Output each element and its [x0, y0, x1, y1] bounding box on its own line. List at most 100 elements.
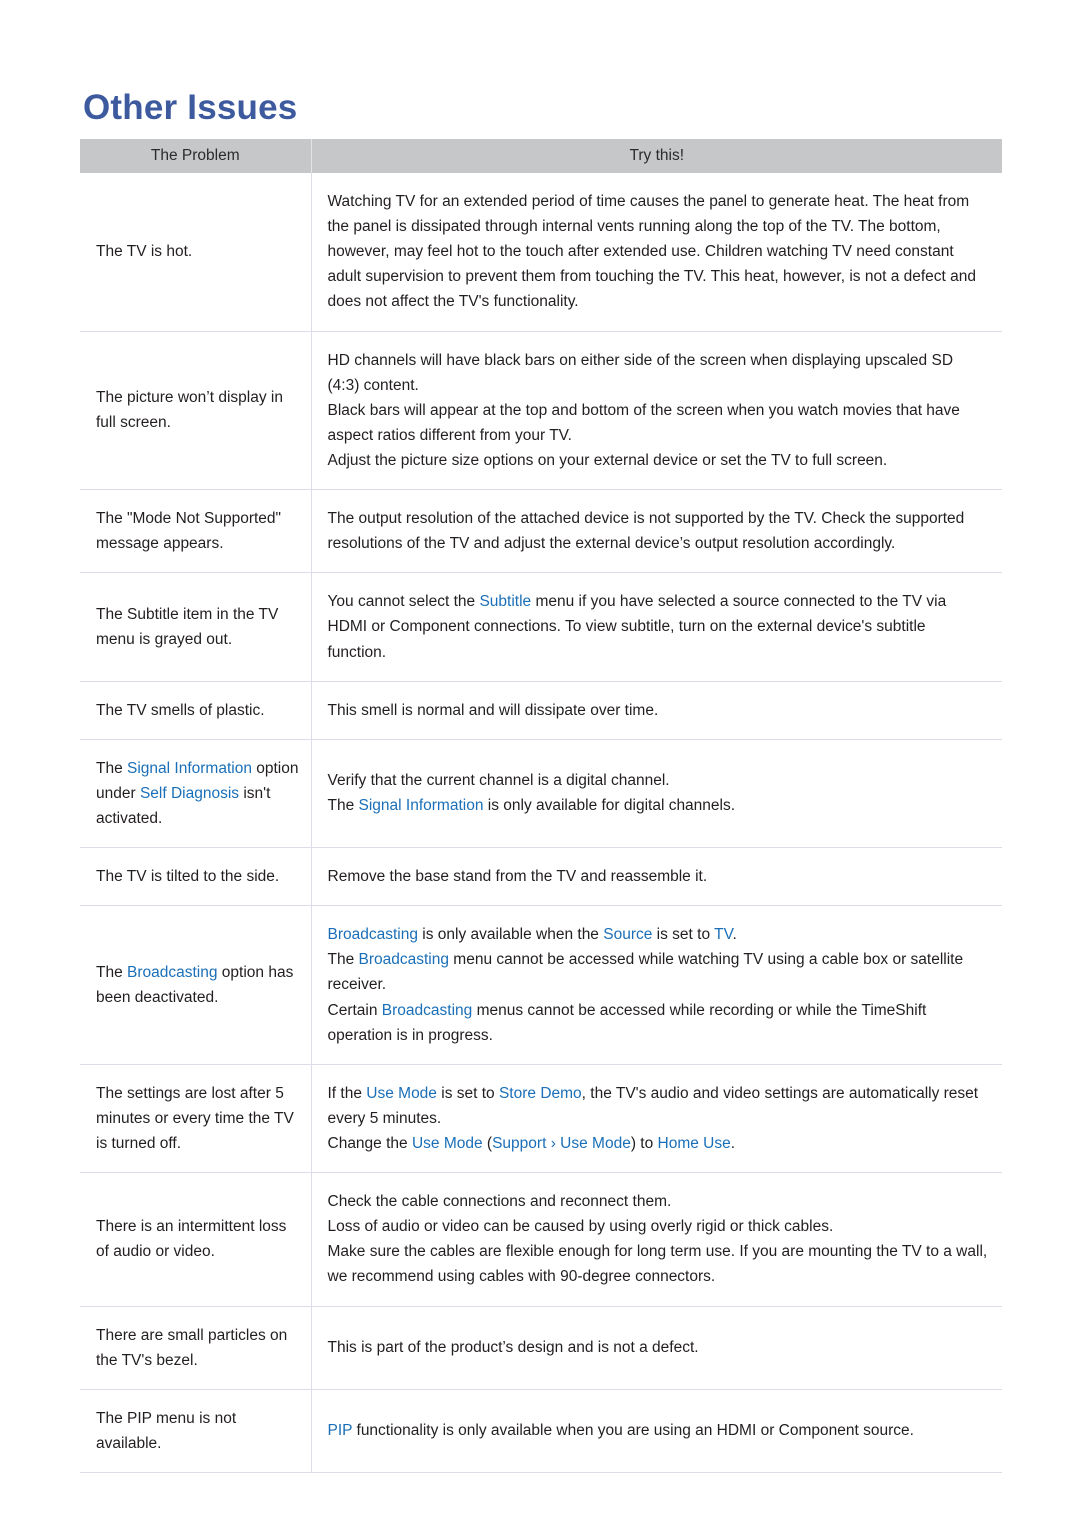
fix-cell: This is part of the product’s design and…	[311, 1306, 1002, 1390]
menu-term: Store Demo	[498, 1084, 582, 1102]
text-run: Remove the base stand from the TV and re…	[327, 868, 708, 886]
fix-cell: Check the cable connections and reconnec…	[311, 1172, 1002, 1307]
menu-term: Broadcasting	[127, 963, 218, 981]
menu-term: ›	[546, 1134, 561, 1152]
text-line: This is part of the product’s design and…	[328, 1335, 989, 1360]
text-line: Make sure the cables are flexible enough…	[328, 1239, 989, 1289]
text-run: There is an intermittent loss of audio o…	[96, 1218, 287, 1261]
text-run: The PIP menu is not available.	[96, 1409, 237, 1452]
page-title: Other Issues	[83, 88, 298, 128]
text-run: functionality is only available when you…	[352, 1422, 914, 1440]
menu-term: Self Diagnosis	[139, 784, 240, 802]
text-run: Loss of audio or video can be caused by …	[327, 1218, 834, 1236]
text-run: .	[730, 1134, 736, 1152]
text-run: The	[327, 797, 359, 815]
text-run: The "Mode Not Supported" message appears…	[96, 510, 282, 553]
column-header-problem: The Problem	[80, 139, 312, 173]
text-line: The settings are lost after 5 minutes or…	[96, 1081, 301, 1156]
problem-cell: The picture won’t display in full screen…	[80, 331, 312, 491]
text-run: The Subtitle item in the TV menu is gray…	[96, 605, 279, 648]
text-line: Adjust the picture size options on your …	[328, 448, 989, 473]
text-run: Watching TV for an extended period of ti…	[327, 193, 977, 311]
text-run: .	[732, 926, 737, 944]
text-line: This smell is normal and will dissipate …	[328, 698, 989, 723]
text-run: If the	[327, 1084, 367, 1102]
text-run: The output resolution of the attached de…	[327, 510, 965, 553]
problem-cell: There is an intermittent loss of audio o…	[80, 1172, 312, 1307]
text-run: is set to	[436, 1084, 499, 1102]
text-line: The Signal Information option under Self…	[96, 756, 301, 831]
text-run: Certain	[327, 1001, 382, 1019]
menu-term: Broadcasting	[381, 1001, 473, 1019]
problem-cell: The Signal Information option under Self…	[80, 739, 312, 849]
text-run: This smell is normal and will dissipate …	[327, 701, 659, 719]
menu-term: Use Mode	[411, 1134, 483, 1152]
text-line: The "Mode Not Supported" message appears…	[96, 506, 301, 556]
document-page: Other Issues The Problem Try this! The T…	[0, 0, 1080, 1527]
table-body: The TV is hot. Watching TV for an extende…	[80, 173, 1002, 1473]
menu-term: Use Mode	[366, 1084, 437, 1102]
text-line: Remove the base stand from the TV and re…	[328, 864, 989, 889]
fix-cell: If the Use Mode is set to Store Demo, th…	[311, 1064, 1002, 1174]
problem-cell: The PIP menu is not available.	[80, 1389, 312, 1473]
text-run: The	[327, 951, 359, 969]
text-run: HD channels will have black bars on eith…	[327, 351, 954, 394]
fix-cell: This smell is normal and will dissipate …	[311, 681, 1002, 740]
text-run: is set to	[652, 926, 715, 944]
text-line: There is an intermittent loss of audio o…	[96, 1214, 301, 1264]
table-row: The TV is tilted to the side. Remove the …	[80, 847, 1002, 907]
text-run: ) to	[630, 1134, 658, 1152]
menu-term: Source	[603, 926, 653, 944]
text-line: If the Use Mode is set to Store Demo, th…	[328, 1081, 989, 1131]
problem-cell: The TV is tilted to the side.	[80, 847, 312, 907]
text-line: The picture won’t display in full screen…	[96, 385, 301, 435]
text-run: (	[482, 1134, 493, 1152]
text-line: The output resolution of the attached de…	[328, 506, 989, 556]
problem-cell: The TV is hot.	[80, 173, 312, 332]
text-line: Verify that the current channel is a dig…	[328, 768, 989, 793]
text-line: The Broadcasting option has been deactiv…	[96, 960, 301, 1010]
problem-cell: The TV smells of plastic.	[80, 681, 312, 740]
problem-cell: The Subtitle item in the TV menu is gray…	[80, 572, 312, 682]
troubleshooting-table: The Problem Try this! The TV is hot. Watc…	[80, 139, 1002, 1473]
column-header-fix: Try this!	[311, 139, 1002, 173]
table-row: The Subtitle item in the TV menu is gray…	[80, 572, 1002, 682]
fix-cell: PIP functionality is only available when…	[311, 1389, 1002, 1473]
text-run: This is part of the product’s design and…	[327, 1339, 699, 1357]
fix-cell: Watching TV for an extended period of ti…	[311, 173, 1002, 332]
text-line: Change the Use Mode (Support › Use Mode)…	[328, 1131, 989, 1156]
fix-cell: Verify that the current channel is a dig…	[311, 739, 1002, 849]
text-line: Check the cable connections and reconnec…	[328, 1189, 989, 1214]
table-row: The settings are lost after 5 minutes or…	[80, 1064, 1002, 1174]
text-line: You cannot select the Subtitle menu if y…	[328, 589, 989, 664]
text-run: Change the	[327, 1134, 412, 1152]
text-line: There are small particles on the TV's be…	[96, 1323, 301, 1373]
table-header-row: The Problem Try this!	[80, 139, 1002, 173]
text-run: Make sure the cables are flexible enough…	[327, 1243, 988, 1286]
menu-term: Use Mode	[560, 1134, 631, 1152]
table-row: The Signal Information option under Self…	[80, 739, 1002, 849]
text-line: The TV is tilted to the side.	[96, 864, 301, 889]
text-line: The Subtitle item in the TV menu is gray…	[96, 602, 301, 652]
text-run: The	[96, 759, 128, 777]
menu-term: PIP	[327, 1422, 353, 1440]
text-run: Black bars will appear at the top and bo…	[327, 401, 960, 444]
text-run: You cannot select the	[327, 593, 480, 611]
table-row: The TV is hot. Watching TV for an extende…	[80, 173, 1002, 332]
text-run: There are small particles on the TV's be…	[96, 1326, 288, 1369]
problem-cell: The settings are lost after 5 minutes or…	[80, 1064, 312, 1174]
text-run: The	[96, 963, 128, 981]
text-run: Verify that the current channel is a dig…	[327, 772, 670, 790]
table-row: There is an intermittent loss of audio o…	[80, 1172, 1002, 1307]
menu-term: Broadcasting	[327, 926, 418, 944]
text-line: Broadcasting is only available when the …	[328, 922, 989, 947]
problem-cell: The Broadcasting option has been deactiv…	[80, 905, 312, 1065]
text-run: Check the cable connections and reconnec…	[327, 1193, 672, 1211]
fix-cell: Broadcasting is only available when the …	[311, 905, 1002, 1065]
table-header: The Problem Try this!	[80, 139, 1002, 173]
fix-cell: The output resolution of the attached de…	[311, 489, 1002, 574]
table-row: The PIP menu is not available. PIP functi…	[80, 1389, 1002, 1473]
text-line: Watching TV for an extended period of ti…	[328, 189, 989, 315]
text-line: The TV is hot.	[96, 239, 301, 264]
menu-term: Home Use	[657, 1134, 731, 1152]
